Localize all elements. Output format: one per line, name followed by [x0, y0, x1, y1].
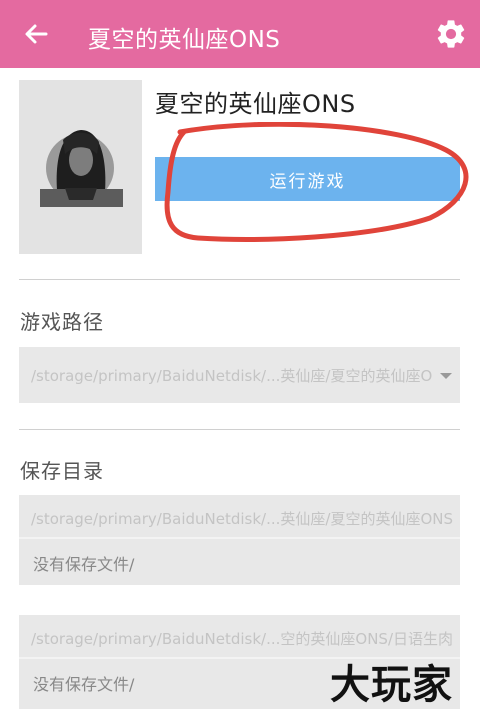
divider — [19, 429, 460, 430]
divider — [19, 279, 460, 280]
run-game-button[interactable]: 运行游戏 — [155, 157, 460, 201]
arrow-back-icon[interactable] — [20, 18, 52, 50]
divider — [19, 537, 460, 539]
save-entry-path: /storage/primary/BaiduNetdisk/...英仙座/夏空的… — [31, 510, 454, 528]
game-path-label: 游戏路径 — [20, 310, 104, 334]
dropdown-arrow-icon — [440, 373, 452, 379]
gear-icon[interactable] — [434, 17, 468, 51]
game-title: 夏空的英仙座ONS — [155, 90, 356, 118]
game-path-value: /storage/primary/BaiduNetdisk/...英仙座/夏空的… — [31, 367, 433, 385]
save-dir-label: 保存目录 — [20, 459, 104, 483]
save-entry-status: 没有保存文件/ — [33, 555, 135, 574]
save-entry-path: /storage/primary/BaiduNetdisk/...空的英仙座ON… — [31, 630, 454, 648]
character-portrait-icon — [40, 130, 123, 207]
game-cover[interactable] — [19, 80, 142, 254]
game-path-select[interactable]: /storage/primary/BaiduNetdisk/...英仙座/夏空的… — [19, 347, 460, 403]
app-title: 夏空的英仙座ONS — [88, 27, 281, 53]
save-entry[interactable]: /storage/primary/BaiduNetdisk/...英仙座/夏空的… — [19, 495, 460, 585]
app-bar: 夏空的英仙座ONS — [0, 0, 480, 68]
watermark-logo: 大玩家 — [330, 662, 453, 708]
save-entry-status: 没有保存文件/ — [33, 675, 135, 694]
